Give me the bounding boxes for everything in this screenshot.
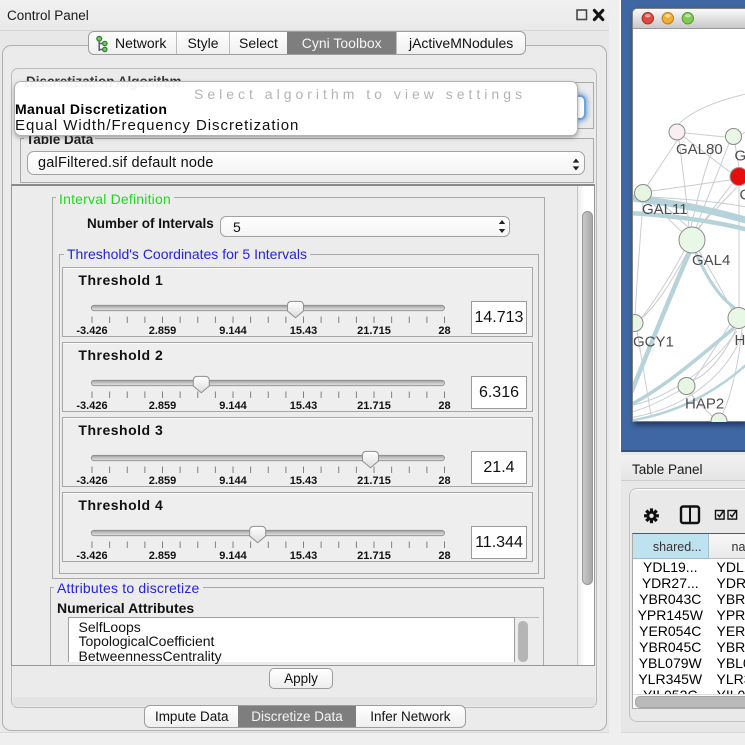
svg-text:-3.426: -3.426 [77,475,108,487]
svg-text:HAP2: HAP2 [685,396,724,413]
svg-text:2.859: 2.859 [149,550,177,562]
svg-text:21.715: 21.715 [358,475,392,487]
svg-text:9.144: 9.144 [220,325,248,337]
svg-text:28: 28 [439,475,451,487]
svg-text:-3.426: -3.426 [77,325,108,337]
svg-text:21.715: 21.715 [358,400,392,412]
svg-text:21.715: 21.715 [358,550,392,562]
svg-text:15.43: 15.43 [290,325,318,337]
svg-text:28: 28 [439,325,451,337]
svg-text:GAL4: GAL4 [735,148,745,165]
svg-text:GCY1: GCY1 [633,334,674,351]
svg-text:-3.426: -3.426 [77,550,108,562]
svg-text:15.43: 15.43 [290,475,318,487]
svg-text:2.859: 2.859 [149,400,177,412]
svg-text:-3.426: -3.426 [77,400,108,412]
svg-text:2.859: 2.859 [149,475,177,487]
svg-text:21.715: 21.715 [358,325,392,337]
svg-text:28: 28 [439,400,451,412]
svg-text:C: C [740,187,745,204]
svg-text:GAL4: GAL4 [692,252,730,269]
svg-text:9.144: 9.144 [220,475,248,487]
svg-text:15.43: 15.43 [290,400,318,412]
svg-text:GAL80: GAL80 [676,141,723,158]
svg-text:15.43: 15.43 [290,550,318,562]
svg-text:9.144: 9.144 [220,400,248,412]
svg-text:28: 28 [439,550,451,562]
svg-text:HIS4: HIS4 [735,332,745,349]
svg-text:9.144: 9.144 [220,550,248,562]
svg-text:GAL11: GAL11 [642,201,688,218]
svg-text:2.859: 2.859 [149,325,177,337]
